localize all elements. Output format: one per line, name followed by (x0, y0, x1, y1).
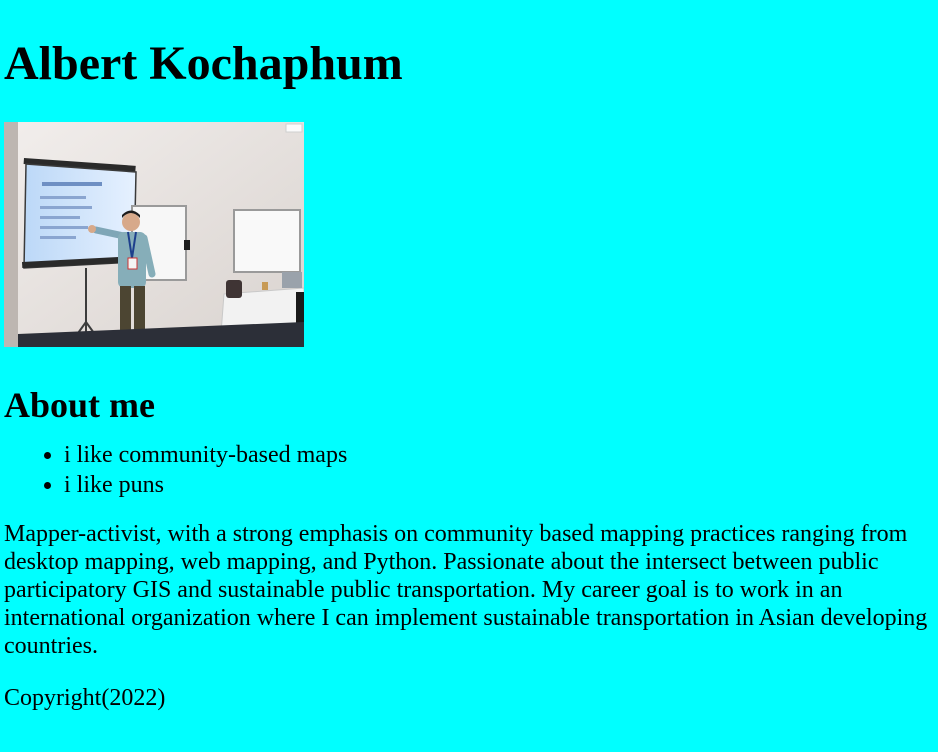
page-content: Albert Kochaphum About me • i like commu… (0, 0, 938, 712)
list-item: i like community-based maps (64, 440, 934, 470)
likes-list: i like community-based maps i like puns (4, 440, 934, 500)
page-title: Albert Kochaphum (4, 37, 403, 90)
copyright-text: Copyright(2022) (4, 685, 166, 711)
about-heading: About me (4, 385, 155, 425)
list-item: i like puns (64, 470, 934, 500)
profile-photo (4, 122, 304, 347)
bio-paragraph: Mapper-activist, with a strong emphasis … (4, 521, 928, 659)
